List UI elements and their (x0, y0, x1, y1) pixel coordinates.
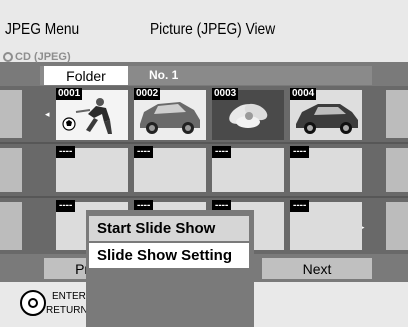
source-indicator: CD (JPEG) (3, 50, 71, 64)
thumbnail-0002[interactable]: 0002 (134, 88, 206, 140)
side-area (386, 148, 408, 192)
side-area (0, 202, 22, 250)
enter-label: ENTER (52, 291, 86, 302)
thumbnail-label: ---- (56, 146, 76, 158)
thumbnail-empty[interactable]: ---- (56, 146, 128, 192)
thumbnail-empty[interactable]: ---- (134, 146, 206, 192)
dpad-icon (20, 290, 46, 316)
thumbnail-empty[interactable]: ---- (212, 146, 284, 192)
thumbnail-0004[interactable]: 0004 (290, 88, 362, 140)
menu-item-slide-show-setting[interactable]: Slide Show Setting (89, 243, 249, 268)
thumbnail-label: ---- (56, 200, 76, 212)
thumbnail-label: ---- (212, 146, 232, 158)
header-bar: JPEG Menu Picture (JPEG) View CD (JPEG) (0, 0, 408, 64)
thumbnail-label: 0002 (134, 88, 161, 100)
folder-tab[interactable]: Folder (44, 66, 128, 85)
side-area (386, 90, 408, 138)
thumbnail-label: ---- (134, 146, 154, 158)
return-label: RETURN (46, 305, 88, 316)
slide-show-menu: Start Slide Show Slide Show Setting (86, 210, 254, 327)
thumbnail-empty[interactable]: ---- (290, 146, 362, 192)
folder-number: No. 1 (149, 68, 179, 82)
jpeg-menu-screen: JPEG Menu Picture (JPEG) View CD (JPEG) … (0, 0, 408, 327)
thumbnail-0003[interactable]: 0003 (212, 88, 284, 140)
thumbnail-label: ---- (290, 200, 310, 212)
thumbnail-label: ---- (290, 146, 310, 158)
menu-title: JPEG Menu (5, 21, 80, 38)
left-arrow-icon[interactable]: ◂ (45, 109, 50, 120)
source-label: CD (JPEG) (15, 51, 71, 63)
menu-item-start-slide-show[interactable]: Start Slide Show (89, 216, 249, 241)
disc-icon (3, 52, 13, 62)
scroll-left-area[interactable] (0, 90, 22, 138)
thumbnail-empty[interactable]: ---- (290, 200, 362, 250)
thumbnail-0001[interactable]: 0001 (56, 88, 128, 140)
thumbnail-label: 0003 (212, 88, 239, 100)
scroll-right-area[interactable] (386, 202, 408, 250)
thumbnail-label: 0004 (290, 88, 317, 100)
view-title: Picture (JPEG) View (150, 21, 276, 38)
next-button[interactable]: Next (262, 258, 372, 279)
thumbnail-label: 0001 (56, 88, 83, 100)
side-area (0, 148, 22, 192)
